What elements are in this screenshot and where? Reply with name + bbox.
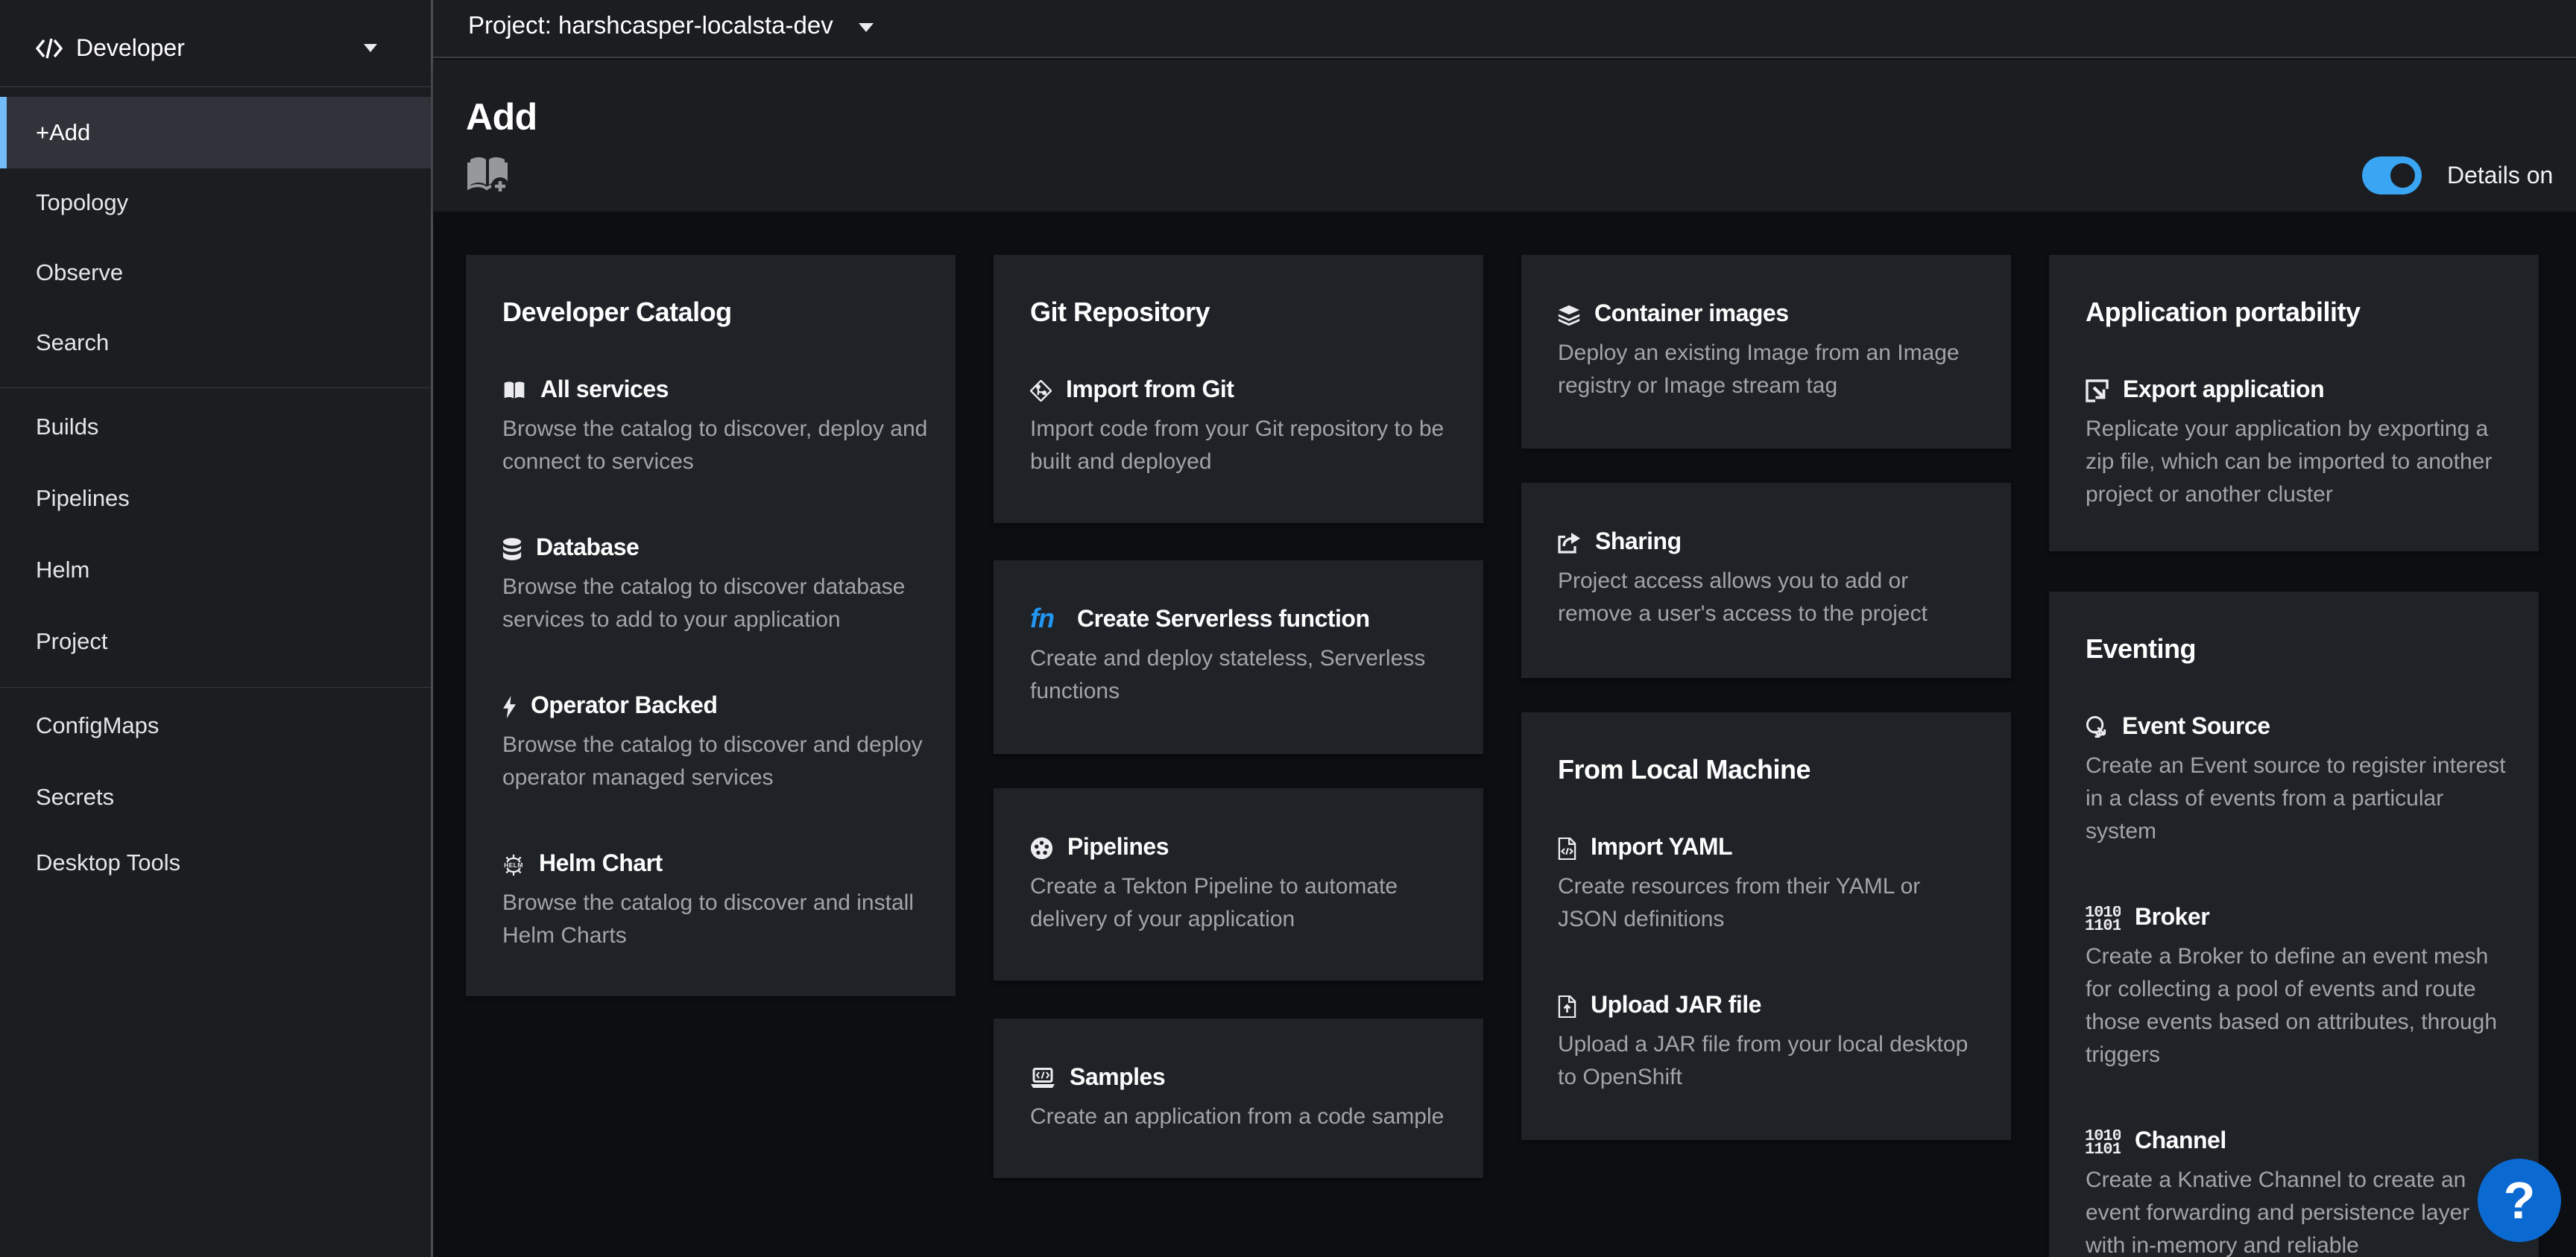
svg-text:1101: 1101 xyxy=(2086,916,2121,931)
svg-text:HELM: HELM xyxy=(504,861,523,869)
svg-text:1101: 1101 xyxy=(2086,1140,2121,1155)
